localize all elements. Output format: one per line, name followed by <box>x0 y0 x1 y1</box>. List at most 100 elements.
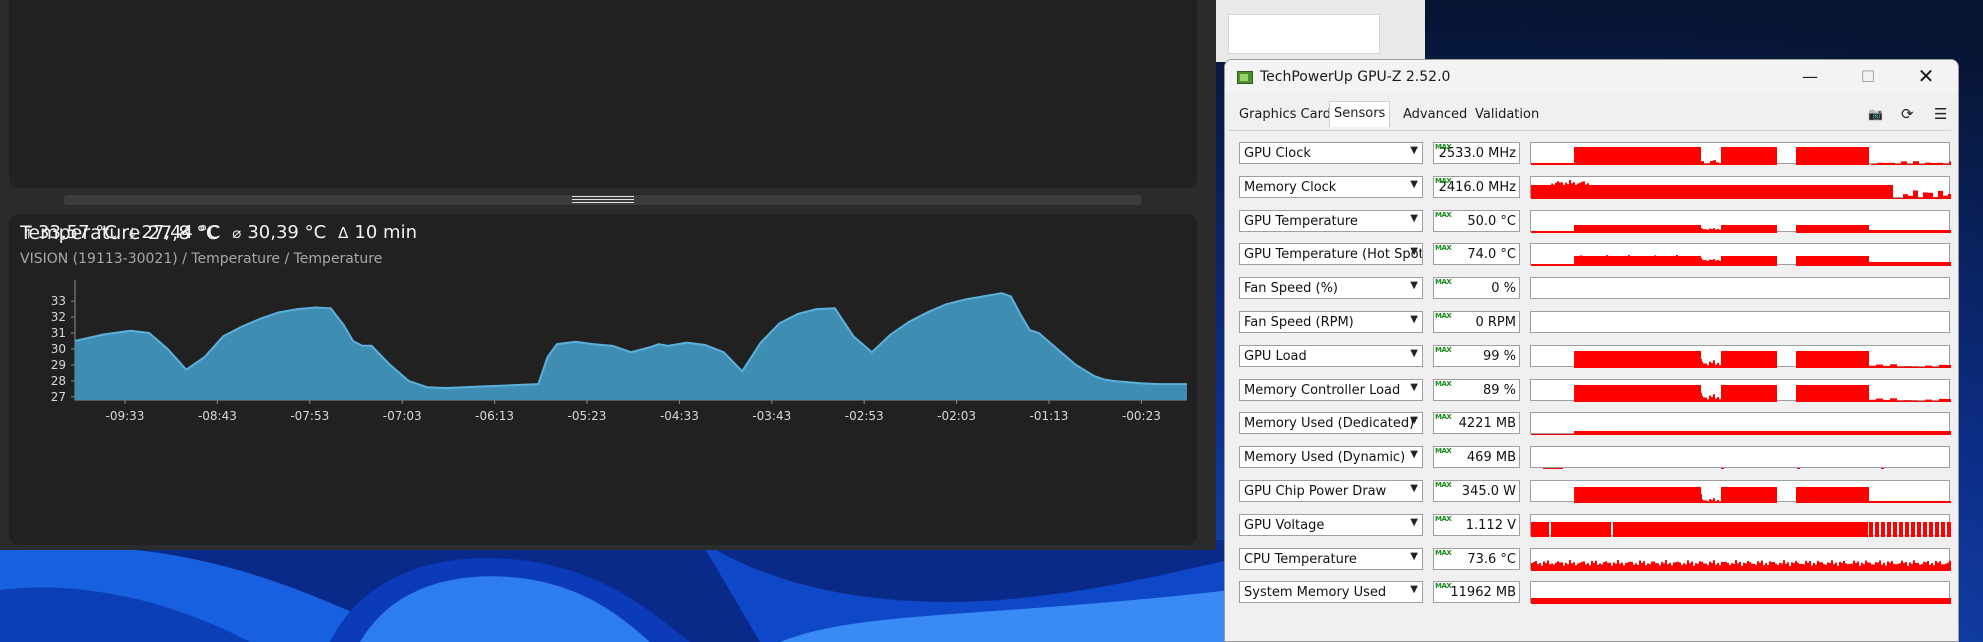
dropdown-arrow-icon: ▼ <box>1410 280 1418 292</box>
sensor-name: Memory Controller Load <box>1244 382 1401 398</box>
max-tag: MAX <box>1435 514 1452 523</box>
background-window-panel <box>1228 14 1380 54</box>
sensor-row: GPU Temperature (Hot Spot) ▼ MAX 74.0 °C <box>1229 240 1951 267</box>
dropdown-arrow-icon: ▼ <box>1410 449 1418 461</box>
max-tag: MAX <box>1435 447 1452 456</box>
sensor-name: Memory Clock <box>1244 179 1337 195</box>
minimize-icon[interactable]: — <box>1781 60 1839 92</box>
sensor-name-dropdown[interactable]: Memory Clock ▼ <box>1239 175 1423 198</box>
sensor-name-dropdown[interactable]: Memory Controller Load ▼ <box>1239 378 1423 401</box>
max-tag: MAX <box>1435 582 1452 591</box>
sensor-row: Memory Used (Dedicated) ▼ MAX 4221 MB <box>1229 409 1951 436</box>
upper-graph-panel <box>9 0 1197 188</box>
sensor-name: Memory Used (Dynamic) <box>1244 450 1406 466</box>
stat-min: ⤓ 27,44 °C <box>129 222 220 243</box>
sensor-value: MAX 4221 MB <box>1433 412 1520 435</box>
sensor-name-dropdown[interactable]: GPU Clock ▼ <box>1239 142 1423 164</box>
sensor-graph <box>1530 243 1951 267</box>
sensor-row: Fan Speed (%) ▼ MAX 0 % <box>1229 274 1951 301</box>
tab-graphics-card[interactable]: Graphics Card <box>1235 103 1335 127</box>
stat-interval[interactable]: Δ 10 min <box>338 222 417 243</box>
sensor-graph-svg <box>1574 384 1951 402</box>
x-tick-label: -09:33 <box>106 409 145 423</box>
maximize-icon[interactable]: ☐ <box>1839 60 1897 92</box>
sensor-row: Memory Clock ▼ MAX 2416.0 MHz <box>1229 173 1951 200</box>
graph-stats: ⤒ 33,57 °C ⤓ 27,44 °C ⌀ 30,39 °C Δ 10 mi… <box>25 222 417 243</box>
sensor-name-dropdown[interactable]: Fan Speed (%) ▼ <box>1239 277 1423 300</box>
sensor-value: MAX 0 RPM <box>1433 311 1520 333</box>
sensor-value-text: 0 RPM <box>1475 315 1517 330</box>
menu-icon[interactable]: ☰ <box>1934 105 1947 123</box>
sensor-value: MAX 469 MB <box>1433 446 1520 469</box>
max-tag: MAX <box>1435 176 1452 185</box>
sensor-name-dropdown[interactable]: GPU Voltage ▼ <box>1239 513 1423 536</box>
sensor-name: System Memory Used <box>1244 585 1387 601</box>
gpuz-titlebar[interactable]: TechPowerUp GPU-Z 2.52.0 — ☐ ✕ <box>1225 60 1958 92</box>
sensor-name-dropdown[interactable]: GPU Temperature (Hot Spot) ▼ <box>1239 243 1423 266</box>
tab-sensors[interactable]: Sensors <box>1329 101 1391 127</box>
max-tag: MAX <box>1435 379 1452 388</box>
stat-interval-value: 10 min <box>354 222 417 243</box>
sensor-row: Fan Speed (RPM) ▼ MAX 0 RPM <box>1229 308 1951 335</box>
sensor-name-dropdown[interactable]: Memory Used (Dedicated) ▼ <box>1239 412 1423 435</box>
x-tick-label: -07:53 <box>290 409 329 423</box>
stat-avg-value: 30,39 °C <box>247 222 327 243</box>
sensor-name: GPU Load <box>1244 348 1307 364</box>
sensor-name-dropdown[interactable]: Fan Speed (RPM) ▼ <box>1239 311 1423 333</box>
max-tag: MAX <box>1435 413 1452 422</box>
sensor-value: MAX 2416.0 MHz <box>1433 175 1520 198</box>
average-icon: ⌀ <box>232 223 242 242</box>
tab-validation[interactable]: Validation <box>1471 103 1543 127</box>
max-tag: MAX <box>1435 548 1452 557</box>
sensor-value: MAX 89 % <box>1433 378 1520 401</box>
refresh-icon[interactable]: ⟳ <box>1901 105 1914 123</box>
dropdown-arrow-icon: ▼ <box>1410 178 1418 190</box>
sensor-name: CPU Temperature <box>1244 551 1357 567</box>
sensor-graph <box>1530 581 1951 605</box>
sensor-name: GPU Temperature (Hot Spot) <box>1244 247 1423 263</box>
max-tag: MAX <box>1435 244 1452 253</box>
sensor-name-dropdown[interactable]: CPU Temperature ▼ <box>1239 547 1423 570</box>
sensor-value: MAX 1.112 V <box>1433 513 1520 536</box>
tab-advanced[interactable]: Advanced <box>1399 103 1471 127</box>
sensor-name: GPU Chip Power Draw <box>1244 484 1387 499</box>
sensor-list: GPU Clock ▼ MAX 2533.0 MHz Memory Clock ▼ MAX 2… <box>1229 130 1951 640</box>
x-tick-label: -01:13 <box>1030 409 1069 423</box>
sensor-row: System Memory Used ▼ MAX 11962 MB <box>1229 578 1951 605</box>
sensor-name-dropdown[interactable]: Memory Used (Dynamic) ▼ <box>1239 446 1423 469</box>
camera-icon[interactable]: 📷 <box>1868 107 1883 121</box>
close-icon[interactable]: ✕ <box>1897 60 1955 92</box>
dropdown-arrow-icon: ▼ <box>1410 516 1418 528</box>
sensor-name-dropdown[interactable]: System Memory Used ▼ <box>1239 581 1423 604</box>
temperature-chart: 27 28 29 30 31 32 33 -09:33 -08:43 -07:53 -07:03 -0… <box>51 280 1187 423</box>
y-tick-label: 32 <box>51 310 66 324</box>
sensor-graph-svg <box>1543 468 1884 470</box>
stat-avg: ⌀ 30,39 °C <box>232 222 326 243</box>
sensor-name-dropdown[interactable]: GPU Temperature ▼ <box>1239 209 1423 232</box>
sensor-row: GPU Chip Power Draw ▼ MAX 345.0 W <box>1229 477 1951 504</box>
dropdown-arrow-icon: ▼ <box>1410 145 1418 156</box>
sensor-name-dropdown[interactable]: GPU Load ▼ <box>1239 344 1423 367</box>
x-tick-label: -04:33 <box>660 409 699 423</box>
y-tick-label: 31 <box>51 326 66 340</box>
max-tag: MAX <box>1435 278 1452 287</box>
sensor-name-dropdown[interactable]: GPU Chip Power Draw ▼ <box>1239 480 1423 502</box>
sensor-graph <box>1530 412 1951 436</box>
dropdown-arrow-icon: ▼ <box>1410 550 1418 562</box>
sensor-graph-svg <box>1531 312 1951 334</box>
max-tag: MAX <box>1435 210 1452 219</box>
splitter-grip-icon[interactable] <box>572 196 634 204</box>
wallpaper-swirl <box>0 540 1230 642</box>
sensor-value: MAX 11962 MB <box>1433 581 1520 604</box>
stat-min-value: 27,44 °C <box>141 222 221 243</box>
y-tick-label: 30 <box>51 342 66 356</box>
sensor-value: MAX 99 % <box>1433 344 1520 367</box>
dropdown-arrow-icon: ▼ <box>1410 584 1418 596</box>
sensor-value-text: 50.0 °C <box>1467 213 1516 229</box>
sensor-row: Memory Used (Dynamic) ▼ MAX 469 MB <box>1229 443 1951 470</box>
sensor-name: Fan Speed (RPM) <box>1244 315 1354 330</box>
sensor-path: VISION (19113-30021) / Temperature / Tem… <box>20 251 383 267</box>
sensor-graph-window: Temperature 27,8 °C ⤒ 33,57 °C ⤓ 27,44 °… <box>0 0 1216 550</box>
x-tick-label: -07:03 <box>383 409 422 423</box>
x-tick-label: -00:23 <box>1122 409 1161 423</box>
